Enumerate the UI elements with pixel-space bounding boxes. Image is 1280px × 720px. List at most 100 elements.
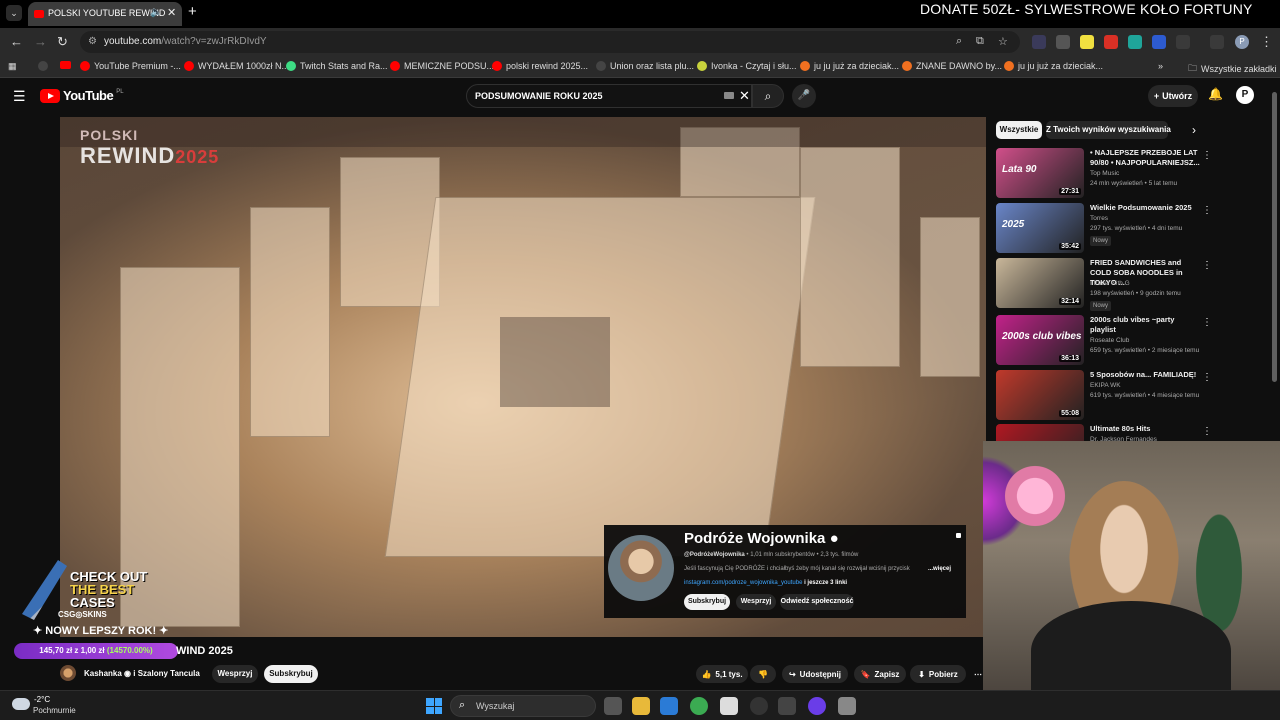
related-video-title[interactable]: • NAJLEPSZE PRZEBOJE LAT 90/80 • NAJPOPU… [1090,148,1200,168]
more-options-icon[interactable]: ⋮ [1202,150,1212,161]
related-video-title[interactable]: Wielkie Podsumowanie 2025 [1090,203,1200,213]
youtube-logo[interactable]: YouTube PL [40,88,124,103]
video-thumbnail[interactable]: 55:08 [996,370,1084,420]
address-bar[interactable]: ⚙ youtube.com/watch?v=zwJrRkDIvdY ⌕ ⧉ ☆ [80,31,1020,53]
related-video-title[interactable]: 2000s club vibes ~party playlist [1090,315,1200,335]
video-thumbnail[interactable]: Lata 90 27:31 [996,148,1084,198]
address-url[interactable]: youtube.com/watch?v=zwJrRkDIvdY [104,36,267,47]
related-video-item[interactable]: 55:08 5 Sposobów na... FAMILIADĘ! EKIPA WK… [996,370,1276,420]
dislike-button[interactable]: 👎 [750,665,776,683]
notepad-icon[interactable] [720,697,738,715]
card-subscribe-button[interactable]: Subskrybuj [684,594,730,610]
apps-grid-icon[interactable]: ▦ [8,61,17,72]
tab-search-button[interactable]: ⌄ [6,5,22,21]
related-video-channel[interactable]: I travel with G [1090,280,1130,287]
card-join-button[interactable]: Wesprzyj [736,594,776,610]
more-options-icon[interactable]: ⋮ [1202,426,1212,437]
channel-info-card[interactable]: Podróże Wojownika ● @PodróżeWojownika • … [604,525,966,618]
chip-all[interactable]: Wszystkie [996,121,1042,139]
related-video-title[interactable]: Ultimate 80s Hits [1090,424,1200,434]
file-explorer-icon[interactable] [632,697,650,715]
related-video-item[interactable]: 2000s club vibes 36:13 2000s club vibes ~p… [996,315,1276,365]
cloud-icon[interactable] [12,698,30,710]
taskbar-search-input[interactable]: ⌕ Wyszukaj [450,695,596,717]
channel-more-link[interactable]: ...więcej [928,566,951,572]
video-thumbnail[interactable]: 2000s club vibes 36:13 [996,315,1084,365]
more-options-icon[interactable]: ⋮ [1202,260,1212,271]
video-thumbnail[interactable]: 2025 35:42 [996,203,1084,253]
back-arrow-icon[interactable]: ← [10,34,23,49]
all-bookmarks-folder[interactable]: 🗀 Wszystkie zakładki [1188,61,1277,77]
bookmark-star-icon[interactable]: ☆ [998,35,1008,48]
bookmark-item[interactable]: polski rewind 2025... [492,61,588,71]
forward-arrow-icon[interactable]: → [34,34,47,49]
bookmark-item[interactable]: ju ju już za dzieciak... [1004,61,1103,71]
chrome-icon[interactable] [690,697,708,715]
bookmark-item[interactable]: Ivonka - Czytaj i słu... [697,61,797,71]
bookmark-item[interactable]: WYDAŁEM 1000zł N... [184,61,289,71]
account-avatar[interactable]: P [1236,86,1254,104]
more-options-icon[interactable]: ⋮ [1202,317,1212,328]
site-info-icon[interactable]: ⚙ [88,36,97,47]
bookmark-item[interactable]: ju ju już za dzieciak... [800,61,899,71]
more-bookmarks-chevron-icon[interactable]: » [1158,61,1163,71]
page-scrollbar[interactable] [1272,92,1277,382]
extension-icon[interactable] [1056,35,1070,49]
search-input[interactable]: PODSUMOWANIE ROKU 2025 ✕ [466,84,752,108]
extension-icon[interactable] [1080,35,1094,49]
bookmark-item[interactable]: MEMICZNE PODSU... [390,61,494,71]
zoom-icon[interactable]: ⌕ [956,35,962,48]
join-button[interactable]: Wesprzyj [212,665,258,683]
channel-link[interactable]: instagram.com/podroze_wojownika_youtube … [684,580,847,586]
task-view-icon[interactable] [604,697,622,715]
chips-next-chevron-icon[interactable]: › [1192,123,1196,137]
owner-avatar[interactable] [60,665,76,681]
channel-avatar[interactable] [608,535,674,601]
extension-icon[interactable] [1104,35,1118,49]
obs-icon[interactable] [750,697,768,715]
install-app-icon[interactable]: ⧉ [976,35,984,48]
share-button[interactable]: ↪ Udostępnij [782,665,848,683]
extension-icon[interactable] [1152,35,1166,49]
search-button[interactable]: ⌕ [752,84,784,108]
windows-start-icon[interactable] [426,698,442,714]
guide-menu-icon[interactable]: ☰ [13,88,26,105]
weather-temperature[interactable]: -2°C [34,695,50,704]
keyboard-icon[interactable] [724,92,734,99]
related-video-channel[interactable]: Torres [1090,215,1108,222]
voice-search-mic-icon[interactable]: 🎤 [792,84,816,108]
like-button[interactable]: 👍 5,1 tys. [696,665,748,683]
related-video-channel[interactable]: EKIPA WK [1090,382,1121,389]
profile-avatar[interactable]: P [1235,35,1249,49]
chip-from-search[interactable]: Z Twoich wyników wyszukiwania [1046,121,1171,139]
channel-name[interactable]: Podróże Wojownika ● [684,530,839,547]
bookmark-icon[interactable] [38,61,48,71]
bookmark-icon[interactable] [60,61,71,69]
settings-gear-icon[interactable] [838,697,856,715]
download-button[interactable]: ⬇ Pobierz [910,665,966,683]
speaker-icon[interactable]: 🔈 [150,7,162,18]
terminal-icon[interactable] [778,697,796,715]
related-video-title[interactable]: 5 Sposobów na... FAMILIADĘ! [1090,370,1200,380]
owner-name[interactable]: Kashanka ◉ i Szalony Tancula [84,669,200,678]
more-options-icon[interactable]: ⋮ [1202,372,1212,383]
subscribe-button[interactable]: Subskrybuj [264,665,318,683]
related-video-channel[interactable]: Top Music [1090,170,1119,177]
bookmark-item[interactable]: Union oraz lista plu... [596,61,694,71]
new-tab-plus-icon[interactable]: + [188,4,197,20]
reload-icon[interactable]: ↻ [57,34,68,50]
bookmark-item[interactable]: ZNANE DAWNO by... [902,61,1002,71]
bookmark-item[interactable]: Twitch Stats and Ra... [286,61,388,71]
store-icon[interactable] [660,697,678,715]
more-options-icon[interactable]: ⋮ [1202,205,1212,216]
extensions-puzzle-icon[interactable] [1176,35,1190,49]
extension-icon[interactable] [1032,35,1046,49]
related-video-item[interactable]: 32:14 FRIED SANDWICHES and COLD SOBA NOOD… [996,258,1276,311]
related-video-channel[interactable]: Roseate Club [1090,337,1129,344]
notifications-bell-icon[interactable]: 🔔 [1208,87,1223,101]
video-thumbnail[interactable]: 32:14 [996,258,1084,308]
browser-tab-active[interactable]: POLSKI YOUTUBE REWIND 🔈 ✕ [28,2,182,26]
save-button[interactable]: 🔖 Zapisz [854,665,906,683]
search-input-value[interactable]: PODSUMOWANIE ROKU 2025 [475,91,603,101]
card-close-icon[interactable] [956,533,961,538]
